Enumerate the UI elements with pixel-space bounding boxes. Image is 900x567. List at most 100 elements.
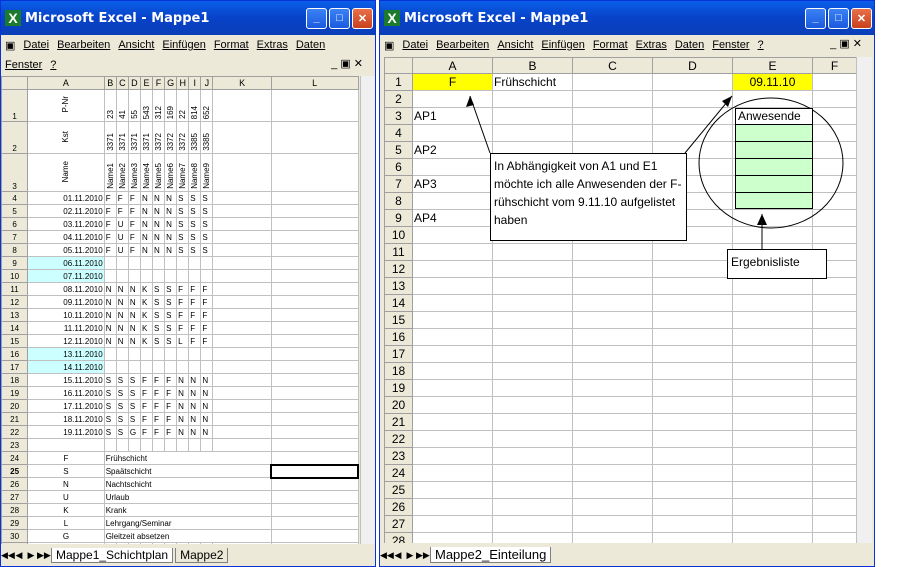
shift-cell[interactable]: S <box>152 334 166 348</box>
right-titlebar[interactable]: X Microsoft Excel - Mappe1 _ □ ✕ <box>380 1 874 35</box>
row-header[interactable]: 18 <box>1 373 29 387</box>
cell[interactable] <box>270 451 359 465</box>
shift-cell[interactable]: N <box>103 321 117 335</box>
row-header[interactable]: 20 <box>384 396 413 414</box>
date-cell[interactable]: 17.11.2010 <box>27 399 105 413</box>
cell[interactable] <box>412 294 493 312</box>
cell[interactable] <box>212 230 272 244</box>
cell[interactable] <box>103 438 117 452</box>
cell[interactable] <box>212 269 272 283</box>
column-header[interactable]: F <box>812 57 856 74</box>
cell[interactable] <box>572 430 653 448</box>
cell[interactable] <box>412 192 493 210</box>
shift-cell[interactable] <box>115 256 129 270</box>
cell[interactable] <box>212 295 272 309</box>
cell[interactable]: 3372 <box>176 121 190 154</box>
row-header[interactable]: 21 <box>384 413 413 431</box>
cell[interactable] <box>492 515 573 533</box>
cell[interactable] <box>812 277 856 295</box>
cell[interactable] <box>212 373 272 387</box>
shift-cell[interactable]: F <box>200 308 214 322</box>
shift-cell[interactable]: S <box>176 191 190 205</box>
shift-cell[interactable]: S <box>200 243 214 257</box>
cell[interactable] <box>572 124 653 142</box>
shift-cell[interactable]: S <box>103 425 117 439</box>
cell[interactable] <box>492 447 573 465</box>
next-sheet-icon[interactable]: ▶ <box>404 550 416 561</box>
shift-cell[interactable]: F <box>139 386 154 400</box>
shift-cell[interactable]: F <box>139 373 154 387</box>
menu-einfuegen[interactable]: Einfügen <box>162 39 205 51</box>
shift-cell[interactable]: K <box>139 334 154 348</box>
cell[interactable] <box>732 209 813 227</box>
close-button[interactable]: ✕ <box>851 7 872 29</box>
cell[interactable] <box>812 498 856 516</box>
cell[interactable] <box>812 90 856 108</box>
cell[interactable] <box>572 396 653 414</box>
row-header[interactable]: 19 <box>384 379 413 397</box>
cell[interactable] <box>572 107 653 125</box>
tab-mappe2-einteilung[interactable]: Mappe2_Einteilung <box>430 547 552 563</box>
shift-cell[interactable]: N <box>139 191 154 205</box>
cell[interactable] <box>652 90 733 108</box>
shift-cell[interactable] <box>164 347 178 361</box>
shift-cell[interactable]: U <box>115 217 129 231</box>
doc-window-controls[interactable]: _ ▣ ✕ <box>331 57 363 70</box>
shift-cell[interactable]: S <box>188 243 202 257</box>
cell[interactable] <box>812 158 856 176</box>
cell[interactable]: Name1 <box>103 153 117 192</box>
shift-cell[interactable]: F <box>164 412 178 426</box>
row-header[interactable]: 8 <box>384 192 413 210</box>
cell[interactable] <box>188 438 202 452</box>
menu-extras[interactable]: Extras <box>636 39 667 51</box>
menu-help[interactable]: ? <box>50 59 56 71</box>
row-header[interactable]: 11 <box>384 243 413 261</box>
shift-cell[interactable]: F <box>200 295 214 309</box>
column-header[interactable]: C <box>115 76 129 90</box>
cell[interactable] <box>812 532 856 543</box>
shift-cell[interactable]: N <box>127 308 141 322</box>
shift-cell[interactable]: N <box>152 204 166 218</box>
cell[interactable] <box>127 542 141 544</box>
cell[interactable] <box>492 532 573 543</box>
column-header[interactable] <box>384 57 413 74</box>
cell[interactable] <box>812 311 856 329</box>
cell[interactable] <box>812 515 856 533</box>
cell[interactable] <box>412 90 493 108</box>
shift-cell[interactable]: S <box>176 204 190 218</box>
shift-cell[interactable] <box>152 347 166 361</box>
cell[interactable] <box>212 425 272 439</box>
cell[interactable] <box>412 345 493 363</box>
row-header[interactable]: 3 <box>1 153 29 192</box>
cell[interactable] <box>412 226 493 244</box>
shift-cell[interactable]: U <box>115 243 129 257</box>
cell-a1[interactable]: F <box>412 73 493 91</box>
shift-cell[interactable]: N <box>176 412 190 426</box>
cell[interactable] <box>270 282 359 296</box>
shift-cell[interactable]: F <box>188 282 202 296</box>
shift-cell[interactable]: F <box>139 399 154 413</box>
shift-cell[interactable]: S <box>103 412 117 426</box>
cell[interactable] <box>572 345 653 363</box>
shift-cell[interactable]: S <box>188 230 202 244</box>
shift-cell[interactable]: N <box>200 425 214 439</box>
shift-cell[interactable]: N <box>115 282 129 296</box>
cell[interactable] <box>492 90 573 108</box>
cell[interactable] <box>652 532 733 543</box>
ap-label[interactable]: AP1 <box>412 107 493 125</box>
ap-label[interactable]: AP2 <box>412 141 493 159</box>
cell[interactable] <box>270 230 359 244</box>
doc-icon[interactable]: ▣ <box>5 39 15 52</box>
shift-cell[interactable]: S <box>176 243 190 257</box>
row-header[interactable]: 7 <box>1 230 29 244</box>
cell[interactable] <box>732 90 813 108</box>
shift-cell[interactable]: N <box>115 321 129 335</box>
shift-cell[interactable]: N <box>200 399 214 413</box>
cell[interactable] <box>492 396 573 414</box>
shift-cell[interactable]: N <box>127 295 141 309</box>
cell[interactable] <box>492 243 573 261</box>
minimize-button[interactable]: _ <box>306 7 327 29</box>
cell[interactable] <box>732 532 813 543</box>
cell[interactable] <box>103 542 117 544</box>
shift-cell[interactable] <box>176 269 190 283</box>
